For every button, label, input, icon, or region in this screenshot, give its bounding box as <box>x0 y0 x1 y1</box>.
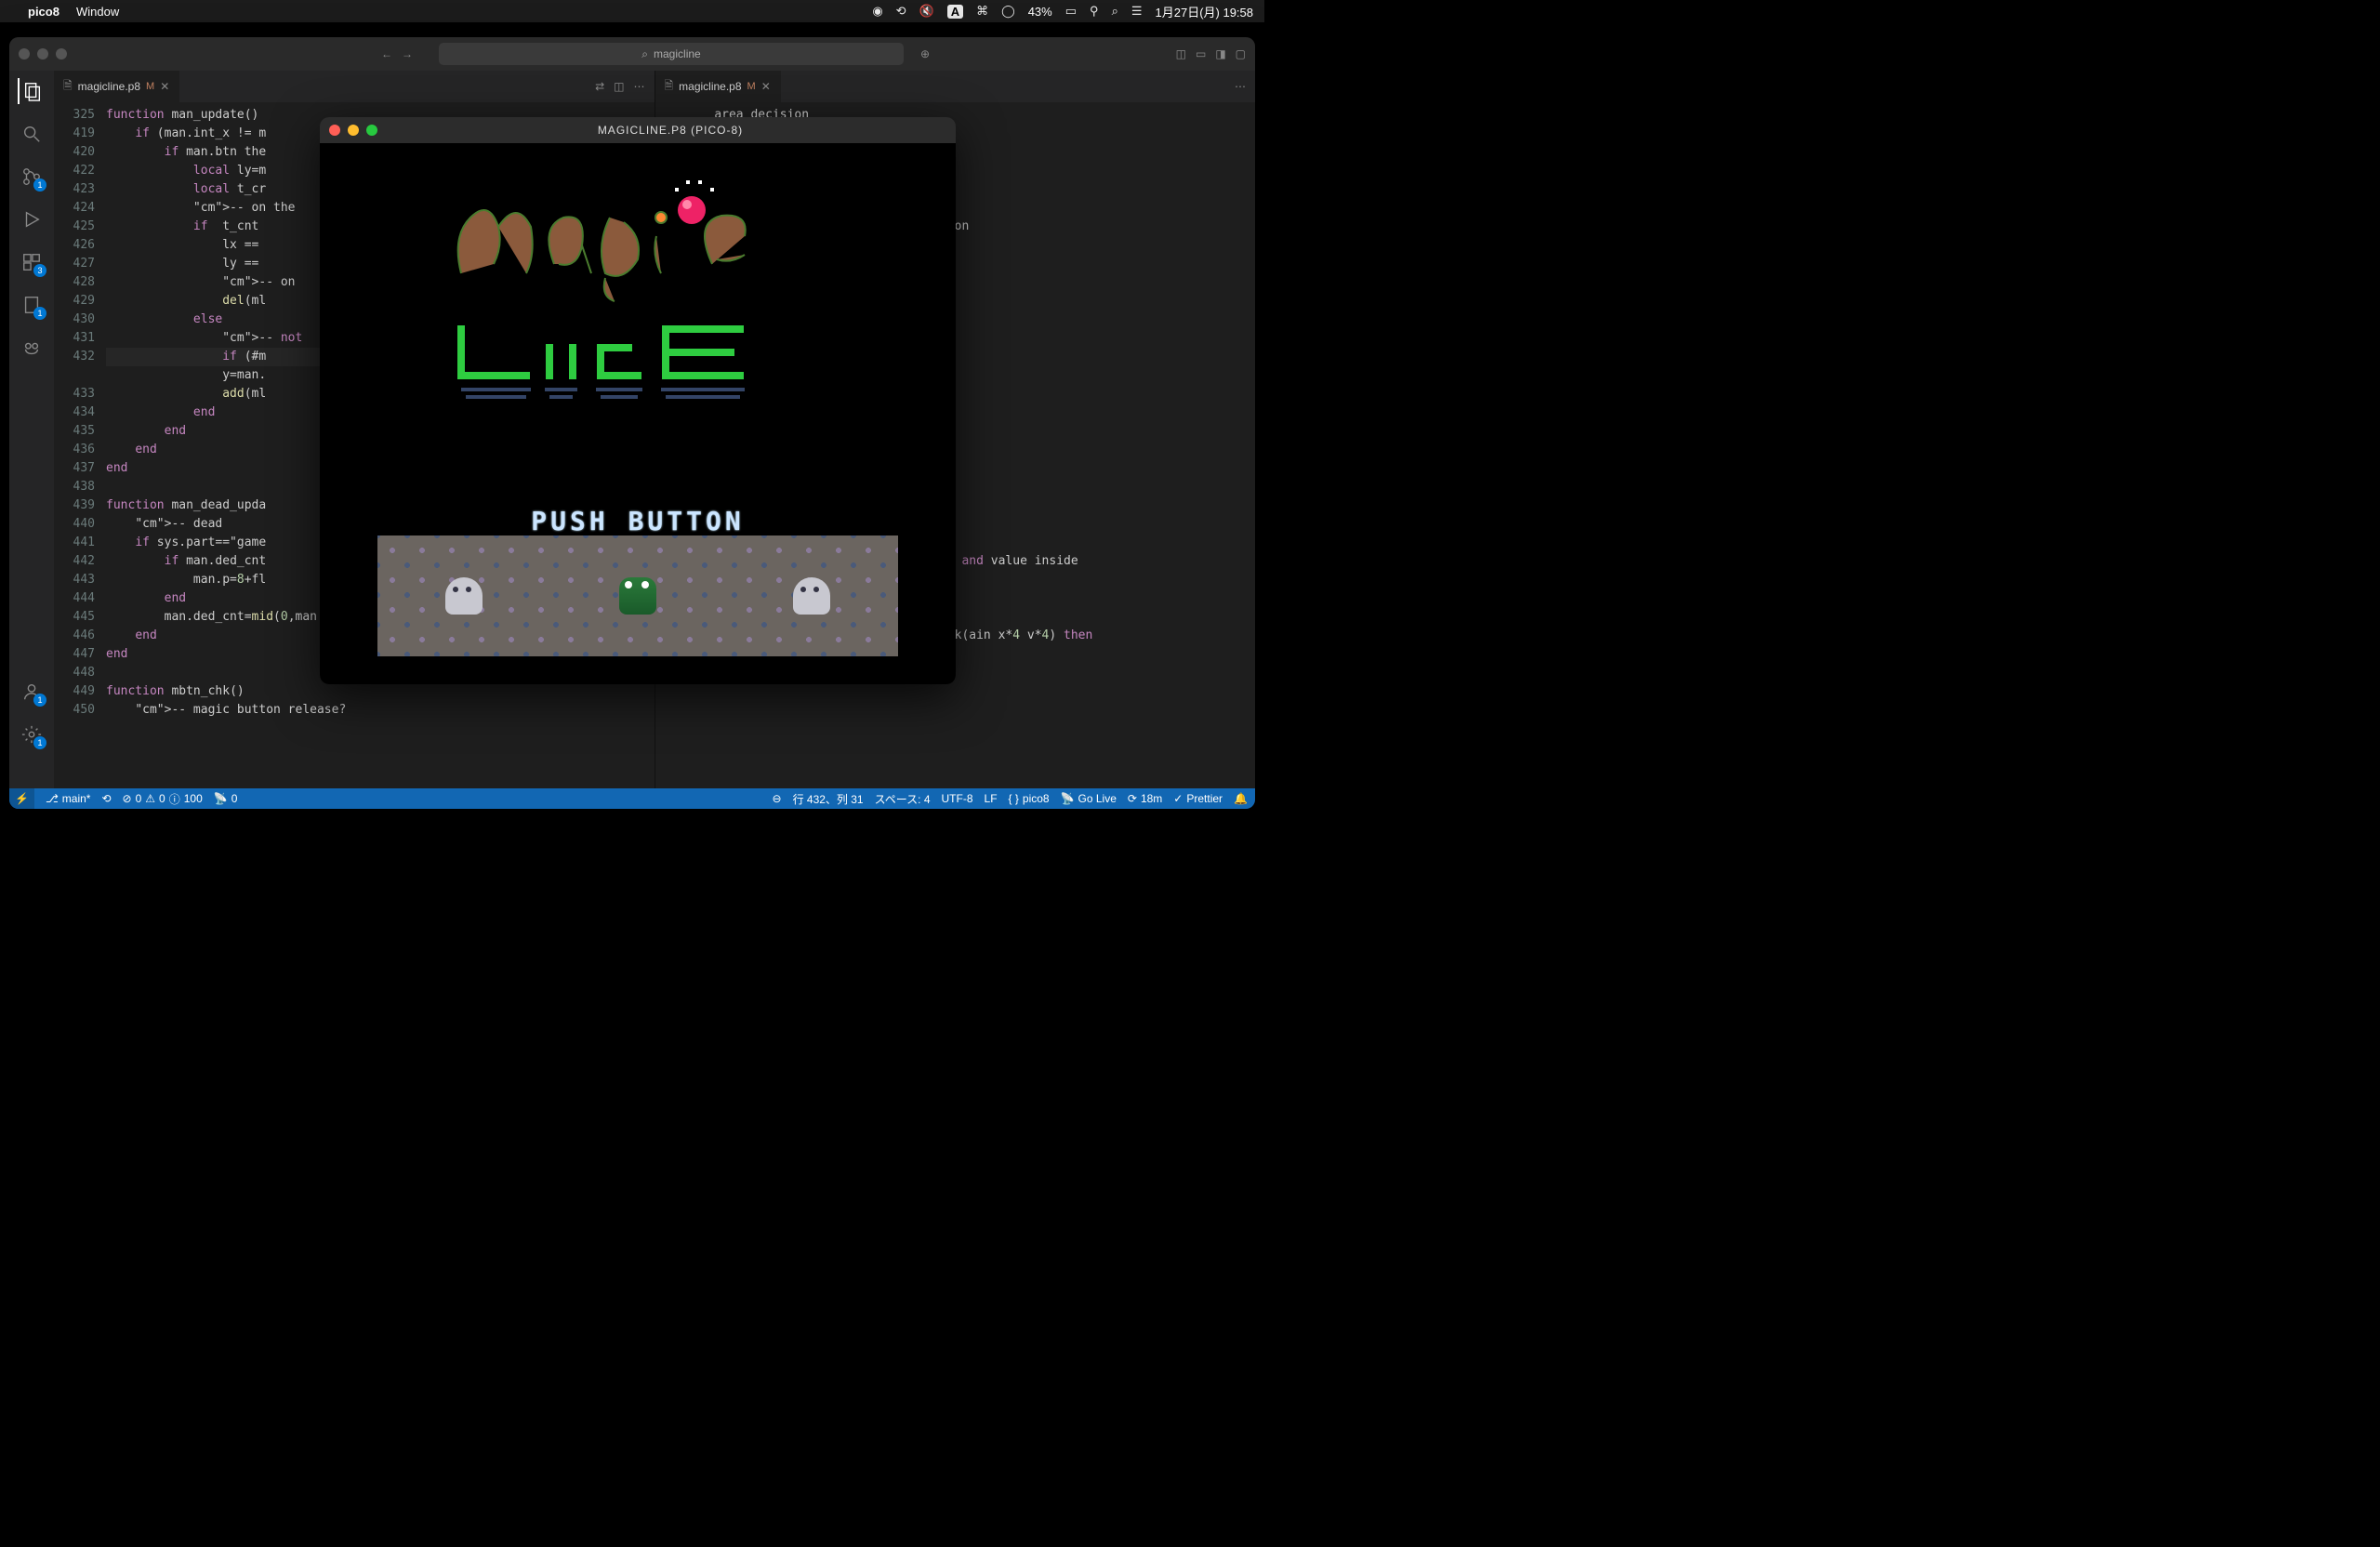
bluetooth-icon[interactable]: ⌘ <box>976 4 988 19</box>
sb-time[interactable]: ⟳ 18m <box>1128 792 1162 805</box>
game-ground <box>377 536 898 656</box>
file-icon: 🗎 <box>665 77 674 97</box>
vscode-titlebar: ← → ⌕ magicline ⊕ ◫ ▭ ◨ ▢ <box>9 37 1255 71</box>
battery-percent[interactable]: 43% <box>1028 5 1052 19</box>
sb-spaces[interactable]: スペース: 4 <box>875 791 931 807</box>
command-center[interactable]: ⌕ magicline <box>439 43 904 65</box>
sb-zoom[interactable]: ⊖ <box>773 792 782 805</box>
sb-sync[interactable]: ⟲ <box>101 792 111 805</box>
remote-indicator[interactable]: ⚡ <box>9 788 34 809</box>
extensions-icon[interactable]: 3 <box>19 249 45 275</box>
tab-filename: magicline.p8 <box>679 80 741 93</box>
traffic-lights <box>19 48 67 60</box>
close-dot[interactable] <box>19 48 30 60</box>
scm-icon[interactable]: 1 <box>19 164 45 190</box>
ghost-sprite <box>445 577 483 615</box>
sb-bell-icon[interactable]: 🔔 <box>1234 792 1248 805</box>
layout-panel-bottom-icon[interactable]: ▭ <box>1196 47 1206 60</box>
line-logo-svg <box>443 320 833 403</box>
scm-badge: 1 <box>33 178 46 192</box>
date-time[interactable]: 1月27日(月) 19:58 <box>1156 3 1254 20</box>
push-button-text: PUSH BUTTON <box>320 506 956 536</box>
spotlight-icon[interactable]: ⌕ <box>1112 4 1118 19</box>
game-logo <box>320 171 956 431</box>
pico8-screen[interactable]: PUSH BUTTON <box>320 143 956 684</box>
note-badge: 1 <box>33 307 46 320</box>
account-icon[interactable]: 1 <box>19 679 45 705</box>
explorer-icon[interactable] <box>18 78 44 104</box>
sb-encoding[interactable]: UTF-8 <box>942 792 973 805</box>
tab-modified: M <box>146 81 154 92</box>
pico8-window: MAGICLINE.P8 (PICO-8) <box>320 117 956 684</box>
activity-bar: 1 3 1 1 1 <box>9 71 54 788</box>
tab-filename: magicline.p8 <box>78 80 140 93</box>
copilot-icon[interactable]: ⊕ <box>920 47 930 60</box>
wifi-icon[interactable]: ⚲ <box>1090 4 1099 19</box>
settings-gear-icon[interactable]: 1 <box>19 721 45 747</box>
sb-prettier[interactable]: ✓ Prettier <box>1173 792 1223 805</box>
nav-forward-icon[interactable]: → <box>402 47 413 60</box>
sb-problems[interactable]: ⊘ 0 ⚠ 0 ⓘ 100 <box>123 791 203 807</box>
search-text: magicline <box>654 47 701 60</box>
app-name[interactable]: pico8 <box>28 5 60 19</box>
file-icon: 🗎 <box>63 77 73 97</box>
input-source-icon[interactable]: A <box>947 5 963 19</box>
more-icon[interactable]: ⋯ <box>1235 80 1246 93</box>
more-icon[interactable]: ⋯ <box>634 80 645 93</box>
tab-left[interactable]: 🗎 magicline.p8 M ✕ <box>54 71 179 102</box>
zoom-dot[interactable] <box>366 125 377 136</box>
menu-window[interactable]: Window <box>76 5 119 19</box>
sb-branch[interactable]: ⎇ main* <box>46 792 91 805</box>
layout-panel-left-icon[interactable]: ◫ <box>1176 47 1186 60</box>
tab-right[interactable]: 🗎 magicline.p8 M ✕ <box>655 71 781 102</box>
search-tab-icon[interactable] <box>19 121 45 147</box>
control-center-icon[interactable]: ☰ <box>1131 4 1143 19</box>
sb-port[interactable]: 📡 0 <box>214 792 238 805</box>
copilot-chat-icon[interactable] <box>19 335 45 361</box>
debug-icon[interactable] <box>19 206 45 232</box>
compare-icon[interactable]: ⇄ <box>595 80 604 93</box>
close-icon[interactable]: ✕ <box>761 80 771 93</box>
macos-menubar: pico8 Window ◉ ⟲ 🔇 A ⌘ ◯ 43% ▭ ⚲ ⌕ ☰ 1月2… <box>0 0 1264 22</box>
statusbar: ⚡ ⎇ main* ⟲ ⊘ 0 ⚠ 0 ⓘ 100 📡 0 ⊖ 行 432、列 … <box>9 788 1255 809</box>
split-icon[interactable]: ◫ <box>614 80 624 93</box>
battery-icon[interactable]: ▭ <box>1065 4 1077 19</box>
player-sprite <box>619 577 656 615</box>
magic-logo-svg <box>443 171 833 320</box>
ext-badge: 3 <box>33 264 46 277</box>
sb-lang[interactable]: { } pico8 <box>1009 792 1050 805</box>
timemachine-icon[interactable]: ⟲ <box>896 4 906 19</box>
user-icon[interactable]: ◯ <box>1001 4 1015 19</box>
layout-panel-right-icon[interactable]: ◨ <box>1215 47 1225 60</box>
layout-customize-icon[interactable]: ▢ <box>1236 47 1246 60</box>
zoom-dot[interactable] <box>56 48 67 60</box>
pico8-title: MAGICLINE.P8 (PICO-8) <box>394 124 946 137</box>
ghost-sprite <box>793 577 830 615</box>
close-icon[interactable]: ✕ <box>160 80 169 93</box>
mute-icon[interactable]: 🔇 <box>919 4 934 19</box>
pico8-titlebar[interactable]: MAGICLINE.P8 (PICO-8) <box>320 117 956 143</box>
nav-back-icon[interactable]: ← <box>381 47 392 60</box>
notes-icon[interactable]: 1 <box>19 292 45 318</box>
sb-linecol[interactable]: 行 432、列 31 <box>793 791 864 807</box>
minimize-dot[interactable] <box>37 48 48 60</box>
search-icon: ⌕ <box>641 47 648 61</box>
gear-badge: 1 <box>33 736 46 749</box>
record-icon[interactable]: ◉ <box>872 4 882 19</box>
sb-golive[interactable]: 📡 Go Live <box>1061 792 1117 805</box>
account-badge: 1 <box>33 694 46 707</box>
minimize-dot[interactable] <box>348 125 359 136</box>
sb-eol[interactable]: LF <box>985 792 998 805</box>
tab-modified: M <box>747 81 756 92</box>
close-dot[interactable] <box>329 125 340 136</box>
